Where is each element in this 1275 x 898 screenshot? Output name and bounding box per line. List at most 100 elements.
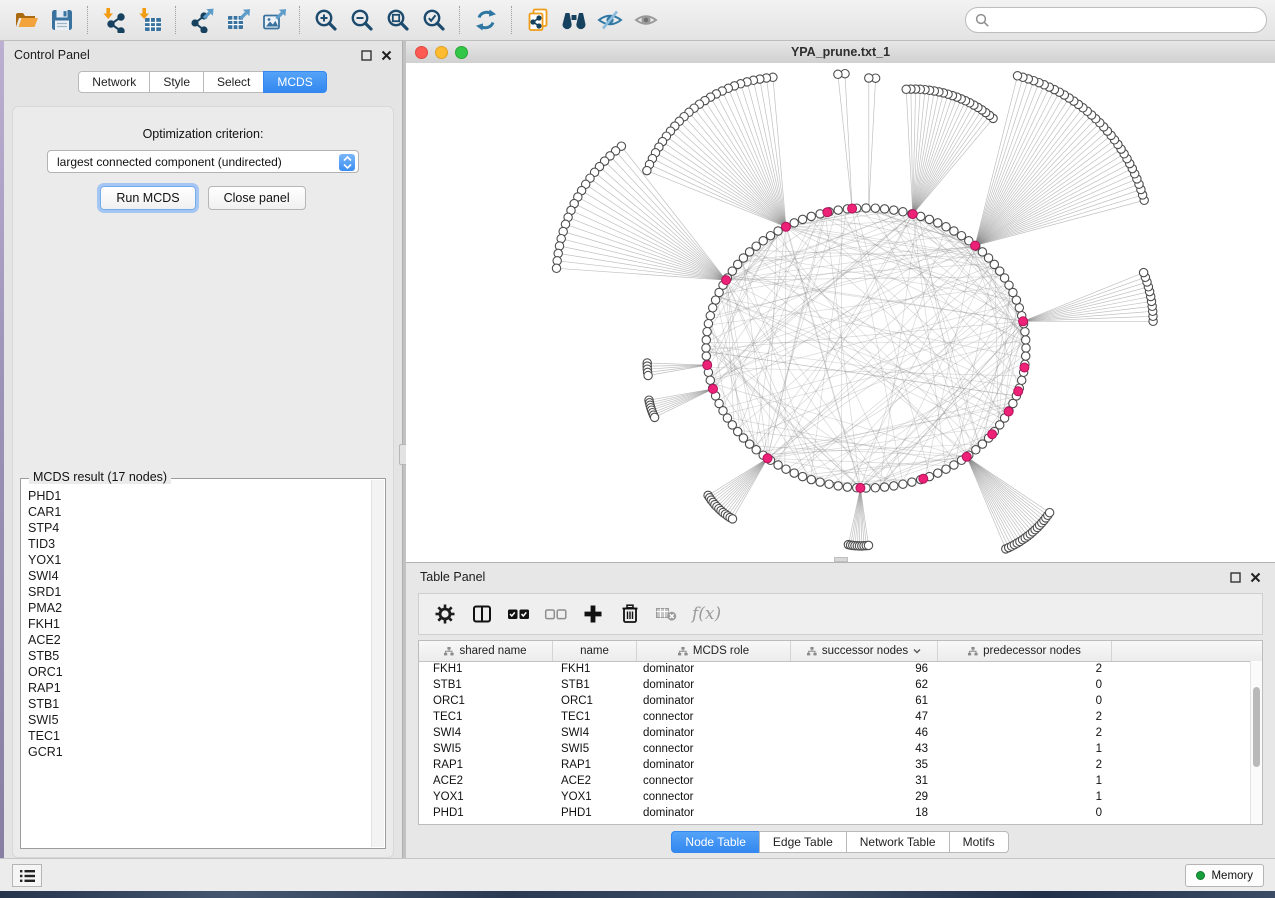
mcds-result-item[interactable]: STB5 <box>28 648 371 664</box>
show-all-icon[interactable] <box>628 4 664 36</box>
mcds-result-item[interactable]: SRD1 <box>28 584 371 600</box>
import-network-icon[interactable] <box>96 4 132 36</box>
zoom-fit-icon[interactable] <box>380 4 416 36</box>
network-window-titlebar[interactable]: YPA_prune.txt_1 <box>406 41 1275 64</box>
open-file-icon[interactable] <box>8 4 44 36</box>
mcds-result-item[interactable]: TEC1 <box>28 728 371 744</box>
column-header-mcds-role[interactable]: MCDS role <box>637 641 791 661</box>
cell-successor-nodes: 35 <box>791 759 938 771</box>
select-all-rows-icon[interactable] <box>505 600 533 628</box>
export-network-icon[interactable] <box>184 4 220 36</box>
close-panel-icon[interactable] <box>1250 572 1261 583</box>
sort-desc-icon <box>913 648 921 654</box>
task-history-button[interactable] <box>12 864 42 887</box>
export-table-icon[interactable] <box>220 4 256 36</box>
tab-node-table[interactable]: Node Table <box>671 831 760 853</box>
run-mcds-button[interactable]: Run MCDS <box>100 186 195 210</box>
column-header-label: name <box>580 645 609 657</box>
mcds-result-item[interactable]: SWI4 <box>28 568 371 584</box>
mcds-result-item[interactable]: SWI5 <box>28 712 371 728</box>
close-panel-button[interactable]: Close panel <box>208 186 306 210</box>
first-neighbors-icon[interactable] <box>556 4 592 36</box>
cell-name: YOX1 <box>553 791 637 803</box>
close-panel-icon[interactable] <box>381 50 392 61</box>
column-header-shared-name[interactable]: shared name <box>419 641 553 661</box>
tab-mcds[interactable]: MCDS <box>263 71 326 93</box>
criterion-select[interactable]: largest connected component (undirected) <box>47 150 359 173</box>
cell-name: ACE2 <box>553 775 637 787</box>
mcds-result-item[interactable]: YOX1 <box>28 552 371 568</box>
network-window-title: YPA_prune.txt_1 <box>791 45 890 59</box>
hide-selected-icon[interactable] <box>592 4 628 36</box>
control-panel-title: Control Panel <box>14 48 90 62</box>
table-row[interactable]: TEC1TEC1connector472 <box>419 709 1251 725</box>
mcds-result-item[interactable]: STB1 <box>28 696 371 712</box>
mcds-result-item[interactable]: FKH1 <box>28 616 371 632</box>
column-header-predecessor-nodes[interactable]: predecessor nodes <box>938 641 1112 661</box>
desktop-wallpaper-strip <box>0 890 1275 898</box>
mcds-result-item[interactable]: CAR1 <box>28 504 371 520</box>
add-row-icon[interactable] <box>579 600 607 628</box>
cell-mcds-role: connector <box>637 791 791 803</box>
mcds-result-item[interactable]: PMA2 <box>28 600 371 616</box>
table-row[interactable]: PHD1PHD1dominator180 <box>419 805 1251 821</box>
table-row[interactable]: RAP1RAP1dominator352 <box>419 757 1251 773</box>
table-scrollbar-thumb[interactable] <box>1253 687 1260 767</box>
show-columns-icon[interactable] <box>468 600 496 628</box>
network-graph[interactable] <box>406 63 1275 562</box>
save-session-icon[interactable] <box>44 4 80 36</box>
cell-predecessor-nodes: 1 <box>938 743 1112 755</box>
node-table-header: shared name name MCDS rolesuccessor nodesp… <box>419 641 1262 662</box>
deselect-all-rows-icon[interactable] <box>542 600 570 628</box>
tab-network-table[interactable]: Network Table <box>846 831 950 853</box>
zoom-out-icon[interactable] <box>344 4 380 36</box>
mcds-result-item[interactable]: RAP1 <box>28 680 371 696</box>
new-network-from-selection-icon[interactable] <box>520 4 556 36</box>
memory-button[interactable]: Memory <box>1185 864 1264 887</box>
import-table-icon[interactable] <box>132 4 168 36</box>
mcds-result-item[interactable]: ORC1 <box>28 664 371 680</box>
tab-motifs[interactable]: Motifs <box>949 831 1009 853</box>
zoom-selected-icon[interactable] <box>416 4 452 36</box>
network-canvas[interactable] <box>406 63 1275 562</box>
table-row[interactable]: FKH1FKH1dominator962 <box>419 661 1251 677</box>
table-scrollbar[interactable] <box>1250 661 1262 824</box>
cell-name: TEC1 <box>553 711 637 723</box>
maximize-window-icon[interactable] <box>455 46 468 59</box>
mcds-list-scrollbar[interactable] <box>371 480 384 847</box>
search-input[interactable] <box>995 12 1266 28</box>
mcds-result-item[interactable]: GCR1 <box>28 744 371 760</box>
tab-select[interactable]: Select <box>203 71 264 93</box>
table-row[interactable]: YOX1YOX1connector291 <box>419 789 1251 805</box>
table-row[interactable]: ACE2ACE2connector311 <box>419 773 1251 789</box>
toolbar-separator <box>87 6 89 34</box>
delete-rows-icon[interactable] <box>616 600 644 628</box>
column-header-name[interactable]: name <box>553 641 637 661</box>
mcds-result-item[interactable]: ACE2 <box>28 632 371 648</box>
cell-predecessor-nodes: 0 <box>938 807 1112 819</box>
float-panel-icon[interactable] <box>1230 572 1241 583</box>
mcds-result-item[interactable]: STP4 <box>28 520 371 536</box>
table-row[interactable]: STB1STB1dominator620 <box>419 677 1251 693</box>
search-box[interactable] <box>965 7 1267 33</box>
mcds-result-item[interactable]: TID3 <box>28 536 371 552</box>
close-window-icon[interactable] <box>415 46 428 59</box>
table-row[interactable]: ORC1ORC1dominator610 <box>419 693 1251 709</box>
cell-name: SWI4 <box>553 727 637 739</box>
table-row[interactable]: SWI5SWI5connector431 <box>419 741 1251 757</box>
zoom-in-icon[interactable] <box>308 4 344 36</box>
minimize-window-icon[interactable] <box>435 46 448 59</box>
cell-successor-nodes: 43 <box>791 743 938 755</box>
tab-network[interactable]: Network <box>78 71 150 93</box>
cell-mcds-role: connector <box>637 711 791 723</box>
float-panel-icon[interactable] <box>361 50 372 61</box>
mcds-result-item[interactable]: PHD1 <box>28 488 371 504</box>
export-image-icon[interactable] <box>256 4 292 36</box>
table-row[interactable]: SWI4SWI4dominator462 <box>419 725 1251 741</box>
column-header-successor-nodes[interactable]: successor nodes <box>791 641 938 661</box>
tab-edge-table[interactable]: Edge Table <box>759 831 847 853</box>
tab-style[interactable]: Style <box>149 71 204 93</box>
table-options-gear-icon[interactable] <box>431 600 459 628</box>
cell-successor-nodes: 29 <box>791 791 938 803</box>
apply-layout-icon[interactable] <box>468 4 504 36</box>
